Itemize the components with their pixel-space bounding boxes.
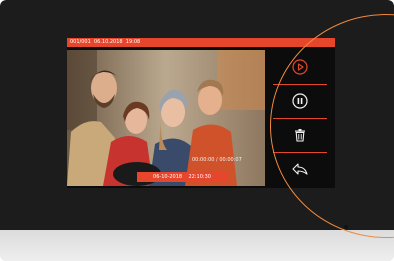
pause-icon	[292, 93, 308, 109]
video-playback: 00:00:00 / 00:00:07 06-10-2018 22:10:30	[67, 50, 265, 186]
recording-index: 001/001	[70, 39, 91, 45]
play-icon	[292, 59, 308, 75]
stamp-date: 06-10-2018	[153, 174, 183, 180]
indicator-led	[344, 225, 348, 229]
timestamp-badge: 06-10-2018 22:10:30	[137, 172, 227, 182]
status-date: 06.10.2018	[93, 39, 123, 45]
delete-button[interactable]	[265, 118, 335, 152]
back-arrow-icon	[292, 163, 308, 175]
stamp-time: 22:10:30	[188, 174, 211, 180]
intercom-monitor: 001/001 06.10.2018 19:08 00:00:00 / 00:0…	[0, 0, 394, 261]
playback-controls	[265, 50, 335, 188]
pause-button[interactable]	[265, 84, 335, 118]
playback-time: 00:00:00 / 00:00:07	[192, 157, 242, 163]
device-bottom-edge	[0, 230, 394, 261]
trash-icon	[295, 129, 305, 142]
status-time: 19:08	[125, 39, 141, 45]
video-frame-image	[67, 50, 265, 186]
display-screen: 001/001 06.10.2018 19:08 00:00:00 / 00:0…	[67, 38, 335, 188]
play-button[interactable]	[265, 50, 335, 84]
back-button[interactable]	[265, 152, 335, 186]
status-bar: 001/001 06.10.2018 19:08	[67, 38, 335, 47]
